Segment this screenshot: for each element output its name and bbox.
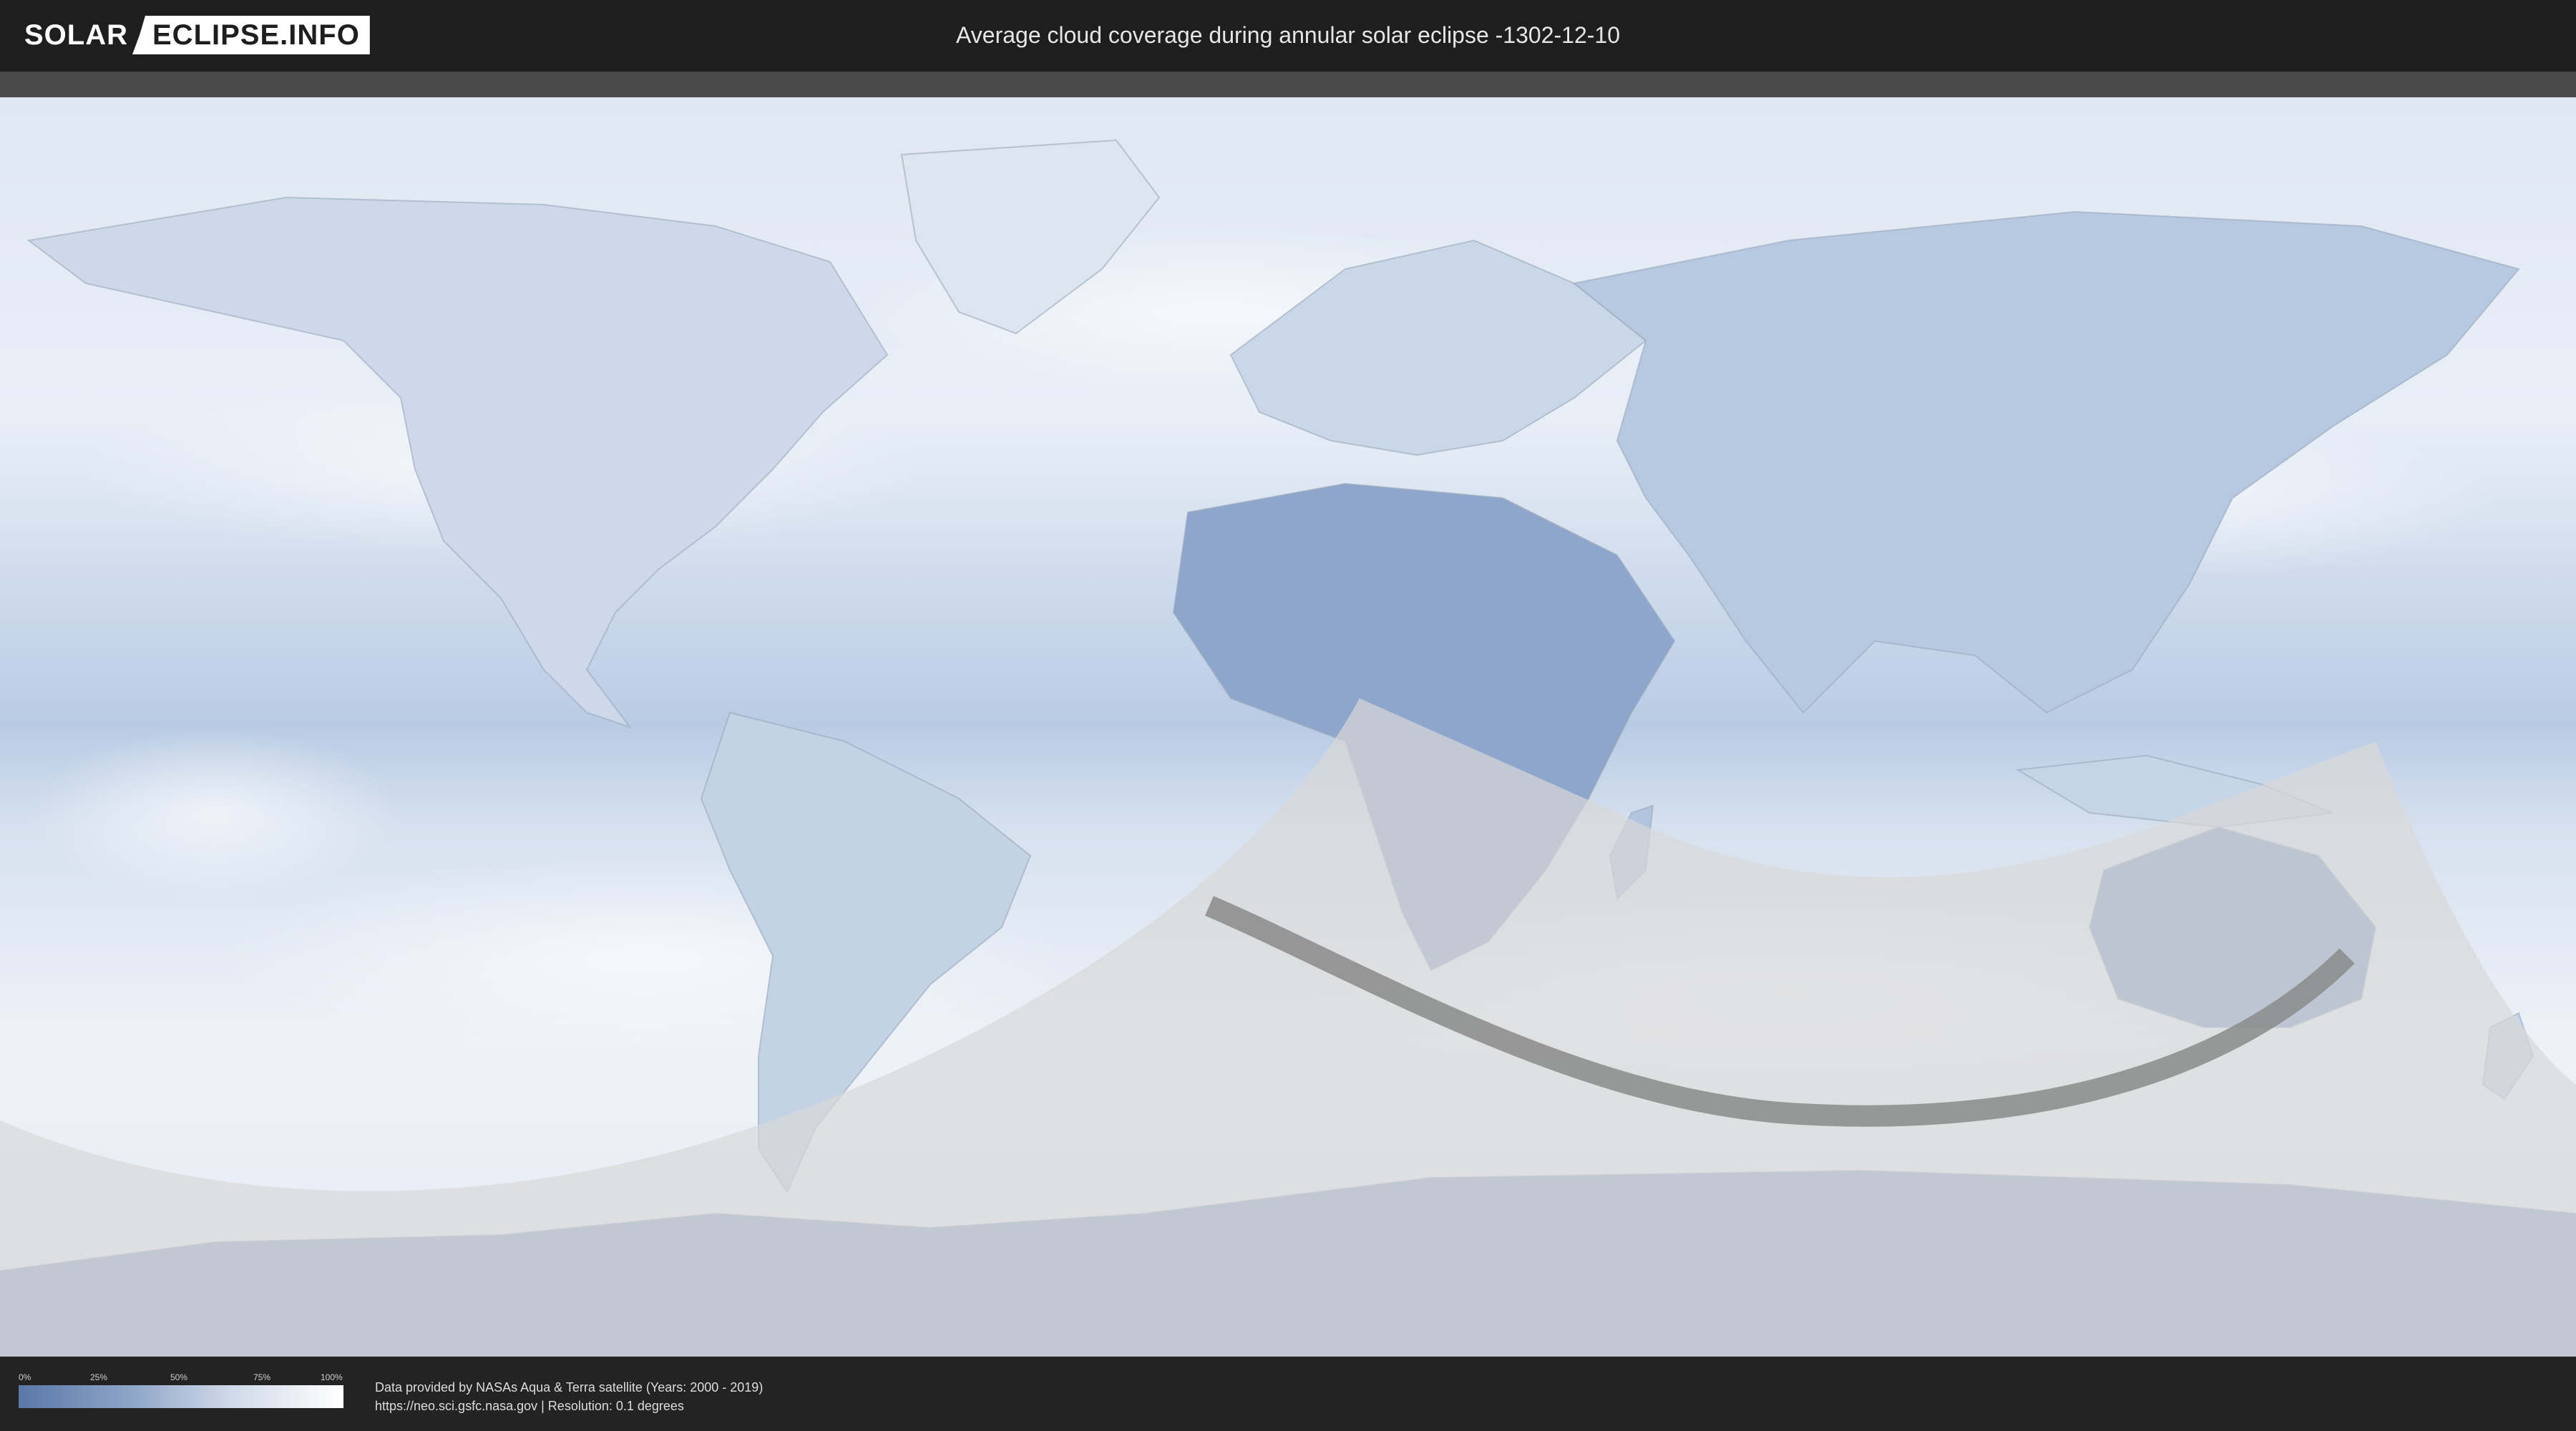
map-top-strip bbox=[0, 72, 2576, 97]
credit-line-url[interactable]: https://neo.sci.gsfc.nasa.gov | Resoluti… bbox=[375, 1397, 763, 1415]
legend-ticks: 0% 25% 50% 75% 100% bbox=[19, 1372, 343, 1385]
legend-tick-50: 50% bbox=[170, 1372, 188, 1382]
header-bar: SOLAR ECLIPSE.INFO Average cloud coverag… bbox=[0, 0, 2576, 72]
legend-tick-0: 0% bbox=[19, 1372, 31, 1382]
page-title: Average cloud coverage during annular so… bbox=[956, 22, 1620, 48]
legend-tick-75: 75% bbox=[253, 1372, 271, 1382]
credit-line-source: Data provided by NASAs Aqua & Terra sate… bbox=[375, 1380, 763, 1395]
footer-bar: 0% 25% 50% 75% 100% Data provided by NAS… bbox=[0, 1357, 2576, 1431]
cloud-coverage-legend: 0% 25% 50% 75% 100% bbox=[19, 1372, 343, 1408]
legend-color-bar bbox=[19, 1385, 343, 1408]
legend-tick-25: 25% bbox=[90, 1372, 108, 1382]
data-credits: Data provided by NASAs Aqua & Terra sate… bbox=[375, 1378, 763, 1415]
legend-tick-100: 100% bbox=[321, 1372, 343, 1382]
cloud-coverage-map bbox=[0, 97, 2576, 1357]
